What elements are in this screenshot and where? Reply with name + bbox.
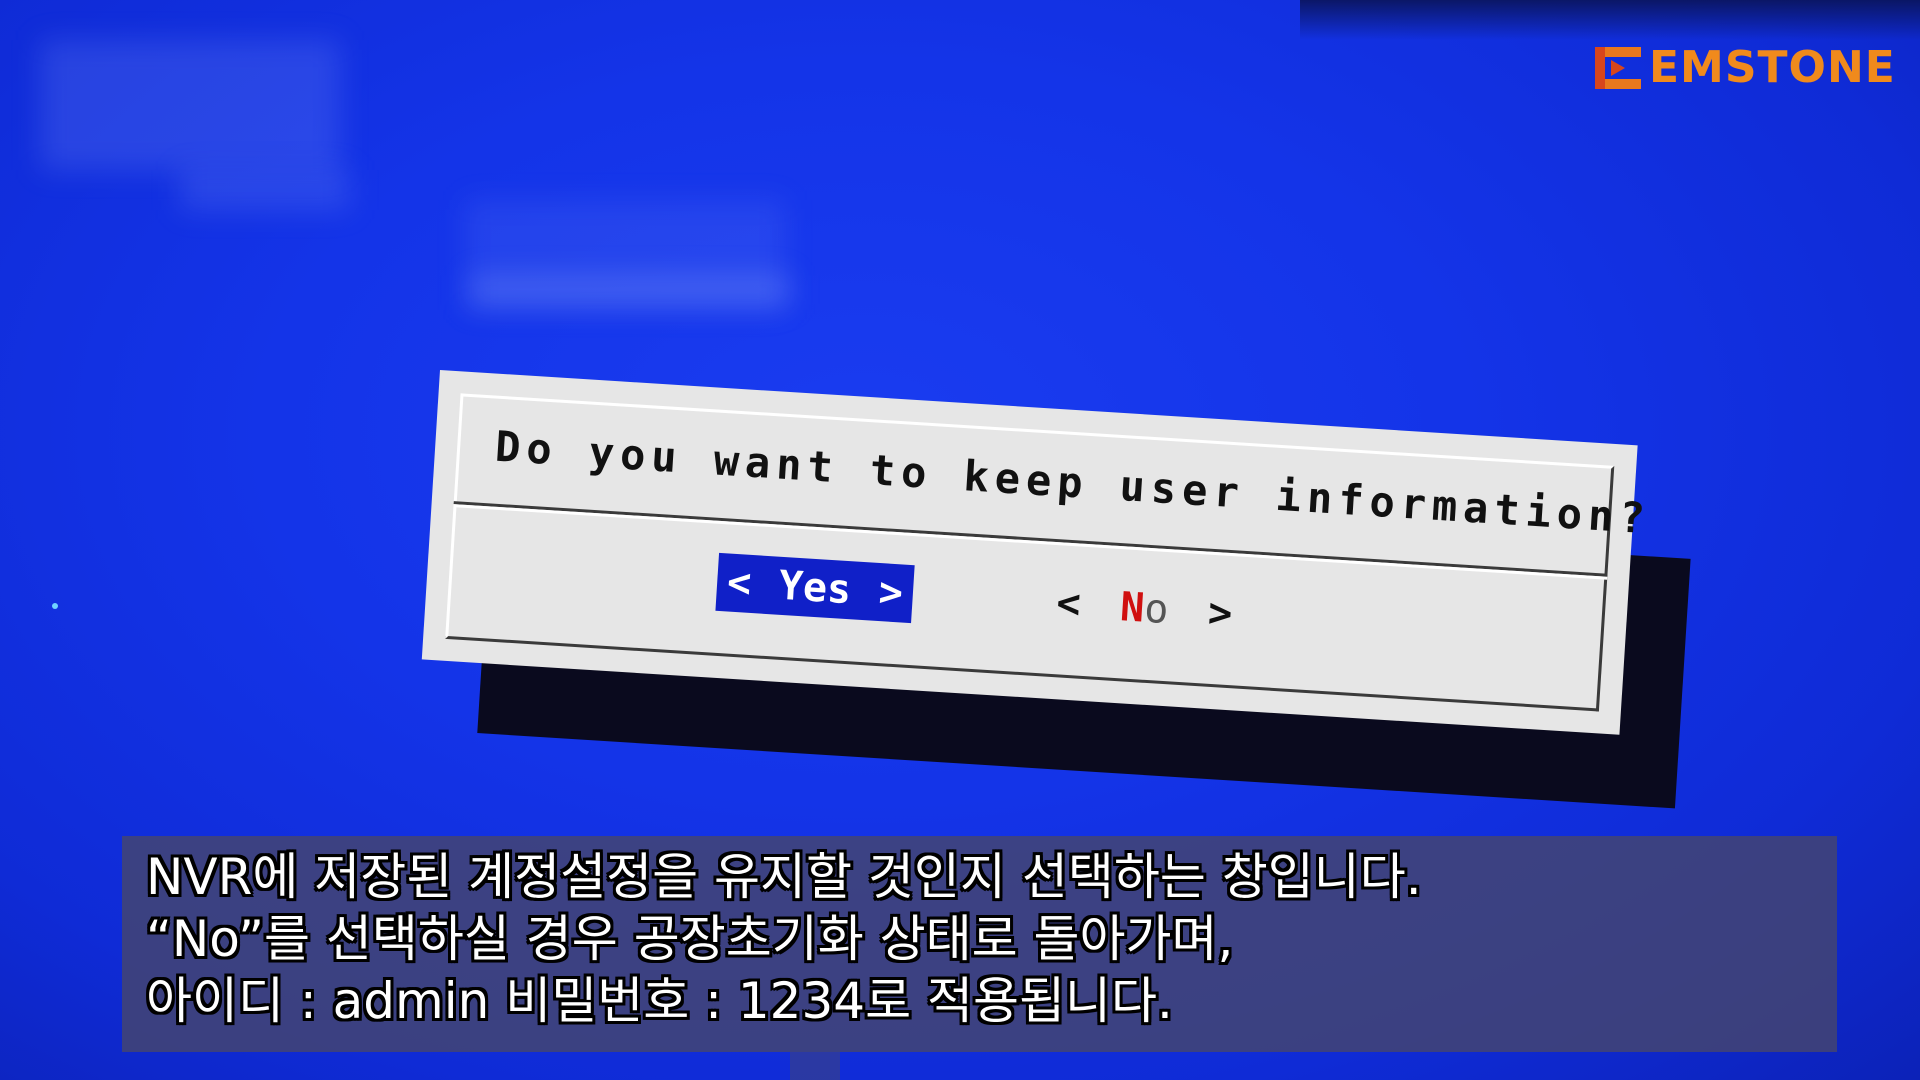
emstone-logo: EMSTONE <box>1595 46 1896 90</box>
background-blur <box>180 170 350 210</box>
no-button-label-rest: o <box>1142 585 1170 634</box>
no-button-hotkey: N <box>1118 584 1146 632</box>
subtitle-line: “No”를 선택하실 경우 공장초기화 상태로 돌아가며, <box>146 910 1234 968</box>
right-bracket-icon: > <box>1206 589 1234 638</box>
emstone-logo-icon <box>1595 47 1641 89</box>
no-button-label: No <box>1119 584 1170 633</box>
background-blur <box>470 275 790 305</box>
monitor-bezel-shadow <box>1300 0 1920 40</box>
logo-text: EMSTONE <box>1649 42 1896 93</box>
subtitle-line: NVR에 저장된 계정설정을 유지할 것인지 선택하는 창입니다. <box>146 848 1422 906</box>
keep-user-info-dialog: Do you want to keep user information? < … <box>421 370 1691 809</box>
left-bracket-icon: < <box>725 559 753 607</box>
left-bracket-icon: < <box>1055 580 1083 628</box>
background-blur <box>40 40 340 170</box>
monitor-stand <box>790 1052 840 1080</box>
yes-button[interactable]: < Yes > <box>715 552 915 624</box>
background-dot <box>52 603 58 609</box>
subtitle-line: 아이디 : admin 비밀번호 : 1234로 적용됩니다. <box>146 972 1173 1030</box>
video-subtitle: NVR에 저장된 계정설정을 유지할 것인지 선택하는 창입니다. “No”를 … <box>122 836 1837 1052</box>
right-bracket-icon: > <box>877 569 905 617</box>
screen-background: EMSTONE Do you want to keep user informa… <box>0 0 1920 1080</box>
no-button[interactable]: < No > <box>1045 574 1244 644</box>
yes-button-label: Yes <box>777 562 853 614</box>
